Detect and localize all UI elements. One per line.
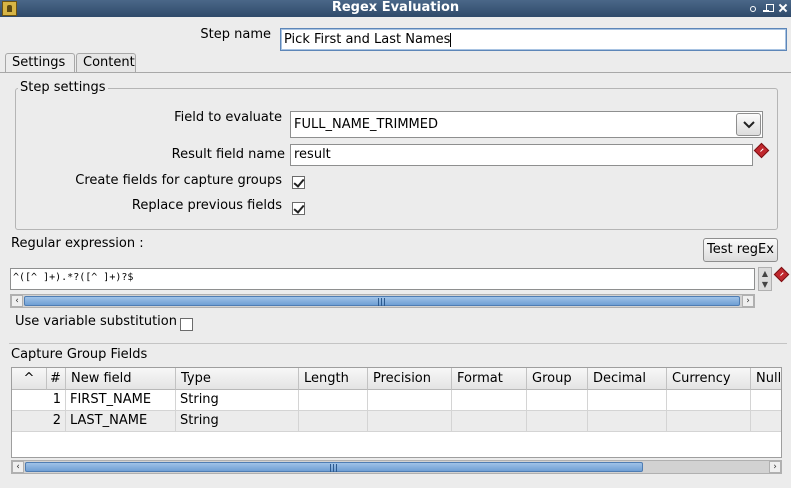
column-header-null[interactable]: Null I	[751, 368, 781, 390]
window-title: Regex Evaluation	[331, 0, 460, 15]
cell-precision[interactable]	[368, 390, 452, 411]
tab-settings[interactable]: Settings	[5, 53, 75, 73]
cell-length[interactable]	[299, 390, 368, 411]
test-regex-button[interactable]: Test regEx	[703, 238, 778, 262]
row-number: 1	[12, 390, 66, 411]
sort-icon[interactable]: ^	[12, 368, 47, 390]
cell-decimal[interactable]	[588, 411, 667, 432]
cell-group[interactable]	[527, 411, 588, 432]
section-divider	[9, 343, 787, 344]
scroll-down-icon[interactable]: ▼	[760, 279, 770, 290]
regex-value: ^([^ ]+).*?([^ ]+)?$	[13, 272, 134, 283]
step-name-label: Step name	[200, 27, 271, 42]
cell-currency[interactable]	[667, 390, 751, 411]
row-number: 2	[12, 411, 66, 432]
scroll-left-icon[interactable]: ‹	[11, 295, 23, 307]
text-cursor	[450, 32, 452, 47]
step-settings-label: Step settings	[18, 80, 108, 95]
table-scroll-thumb[interactable]	[25, 462, 643, 472]
title-bar[interactable]: Regex Evaluation	[0, 0, 791, 17]
cell-new-field[interactable]: FIRST_NAME	[66, 390, 176, 411]
table-hscroll[interactable]: ‹ ›	[11, 460, 782, 474]
cell-format[interactable]	[452, 411, 527, 432]
scroll-right-icon[interactable]: ›	[769, 461, 781, 473]
scroll-up-icon[interactable]: ▲	[760, 268, 770, 279]
regex-input[interactable]: ^([^ ]+).*?([^ ]+)?$	[10, 268, 755, 290]
replace-previous-checkbox[interactable]	[292, 202, 305, 215]
step-name-value: Pick First and Last Names	[284, 32, 451, 47]
use-variable-label: Use variable substitution	[15, 314, 177, 329]
tab-divider	[0, 72, 791, 73]
cell-new-field[interactable]: LAST_NAME	[66, 411, 176, 432]
cell-format[interactable]	[452, 390, 527, 411]
regex-variable-icon	[773, 266, 790, 283]
column-header-type[interactable]: Type	[176, 368, 299, 390]
field-to-evaluate-label: Field to evaluate	[174, 110, 282, 125]
table-row[interactable]: 1 FIRST_NAME String	[12, 390, 781, 411]
chevron-down-icon	[742, 121, 755, 129]
use-variable-checkbox[interactable]	[180, 318, 193, 331]
scroll-left-icon[interactable]: ‹	[12, 461, 24, 473]
field-to-evaluate-value: FULL_NAME_TRIMMED	[294, 117, 438, 132]
regex-hscroll[interactable]: ‹ ›	[10, 294, 755, 308]
table-row[interactable]: 2 LAST_NAME String	[12, 411, 781, 432]
cell-group[interactable]	[527, 390, 588, 411]
field-to-evaluate-select[interactable]: FULL_NAME_TRIMMED	[290, 111, 763, 138]
cell-decimal[interactable]	[588, 390, 667, 411]
cell-length[interactable]	[299, 411, 368, 432]
column-header-group[interactable]: Group	[527, 368, 588, 390]
cell-type[interactable]: String	[176, 390, 299, 411]
cell-null[interactable]	[751, 390, 781, 411]
capture-groups-checkbox[interactable]	[292, 176, 305, 189]
replace-previous-label: Replace previous fields	[131, 198, 282, 213]
result-field-input[interactable]: result	[290, 144, 753, 166]
regex-vscroll[interactable]: ▲ ▼	[758, 267, 772, 291]
column-header-length[interactable]: Length	[299, 368, 368, 390]
column-header-currency[interactable]: Currency	[667, 368, 751, 390]
cell-precision[interactable]	[368, 411, 452, 432]
step-name-input[interactable]: Pick First and Last Names	[280, 28, 787, 51]
cell-null[interactable]	[751, 411, 781, 432]
regex-scroll-thumb[interactable]	[24, 296, 740, 306]
column-header-num[interactable]: #	[47, 368, 66, 390]
result-field-label: Result field name	[171, 147, 285, 162]
column-header-precision[interactable]: Precision	[368, 368, 452, 390]
cell-currency[interactable]	[667, 411, 751, 432]
regex-label: Regular expression :	[11, 236, 144, 251]
column-header-decimal[interactable]: Decimal	[588, 368, 667, 390]
column-header-new-field[interactable]: New field	[66, 368, 176, 390]
result-field-value: result	[294, 147, 331, 162]
tab-content[interactable]: Content	[76, 53, 136, 73]
maximize-icon[interactable]	[765, 3, 775, 13]
cell-type[interactable]: String	[176, 411, 299, 432]
window-menu-icon[interactable]	[747, 3, 757, 13]
capture-groups-label: Create fields for capture groups	[75, 173, 282, 188]
scroll-right-icon[interactable]: ›	[742, 295, 754, 307]
field-dropdown-button[interactable]	[736, 113, 761, 136]
capture-group-table[interactable]: ^ # New field Type Length Precision Form…	[11, 367, 782, 458]
close-icon[interactable]	[778, 3, 788, 13]
column-header-format[interactable]: Format	[452, 368, 527, 390]
capture-group-fields-label: Capture Group Fields	[11, 347, 148, 362]
